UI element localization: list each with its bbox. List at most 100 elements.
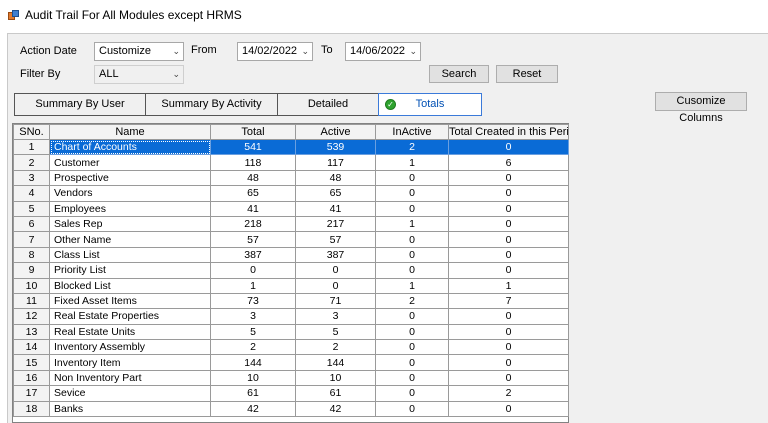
action-date-label: Action Date <box>20 45 77 57</box>
column-header-sno[interactable]: SNo. <box>13 124 50 140</box>
inactive-cell: 2 <box>375 292 449 310</box>
search-button[interactable]: Search <box>429 65 489 83</box>
name-cell: Customer <box>49 154 211 171</box>
chevron-down-icon: ⌄ <box>172 69 180 79</box>
inactive-cell: 0 <box>375 169 449 187</box>
window-title: Audit Trail For All Modules except HRMS <box>25 8 242 22</box>
table-row[interactable]: 13 Real Estate Units 5 5 0 0 <box>13 323 569 341</box>
table-row[interactable]: 16 Non Inventory Part 10 10 0 0 <box>13 369 569 387</box>
total-cell: 0 <box>210 262 296 279</box>
tab-summary-by-user[interactable]: Summary By User <box>14 93 146 116</box>
tab-totals[interactable]: ✓ Totals <box>378 93 482 116</box>
name-cell: Fixed Asset Items <box>49 292 211 310</box>
tab-detailed[interactable]: Detailed <box>277 93 379 116</box>
table-row[interactable]: 10 Blocked List 1 0 1 1 <box>13 277 569 294</box>
from-label: From <box>191 44 217 56</box>
row-number: 11 <box>13 292 50 310</box>
name-cell: Real Estate Units <box>49 323 211 341</box>
inactive-cell: 0 <box>375 308 449 325</box>
total-cell: 48 <box>210 169 296 187</box>
filter-by-label: Filter By <box>20 68 61 80</box>
created-cell: 0 <box>448 231 569 248</box>
created-cell: 0 <box>448 185 569 202</box>
row-number: 17 <box>13 385 50 402</box>
inactive-cell: 0 <box>375 339 449 356</box>
table-row[interactable]: 3 Prospective 48 48 0 0 <box>13 169 569 187</box>
table-row[interactable]: 11 Fixed Asset Items 73 71 2 7 <box>13 292 569 310</box>
total-cell: 5 <box>210 323 296 341</box>
table-header-row: SNo. Name Total Active InActive Total Cr… <box>13 124 569 140</box>
created-cell: 2 <box>448 385 569 402</box>
inactive-cell: 0 <box>375 231 449 248</box>
total-cell: 3 <box>210 308 296 325</box>
inactive-cell: 1 <box>375 277 449 294</box>
name-cell: Sevice <box>49 385 211 402</box>
total-cell: 541 <box>210 138 296 156</box>
created-cell: 0 <box>448 323 569 341</box>
table-row[interactable]: 7 Other Name 57 57 0 0 <box>13 231 569 248</box>
row-number: 1 <box>13 138 50 156</box>
column-header-inactive[interactable]: InActive <box>375 124 449 140</box>
main-panel: Action Date Customize ⌄ From 14/02/2022 ⌄ … <box>7 33 768 423</box>
table-row[interactable]: 8 Class List 387 387 0 0 <box>13 246 569 264</box>
chevron-down-icon: ⌄ <box>172 46 180 56</box>
table-row[interactable]: 9 Priority List 0 0 0 0 <box>13 262 569 279</box>
customize-columns-button[interactable]: Cusomize Columns <box>655 92 747 124</box>
table-row[interactable]: 1 Chart of Accounts 541 539 2 0 <box>13 138 569 156</box>
table-row[interactable]: 14 Inventory Assembly 2 2 0 0 <box>13 339 569 356</box>
table-row[interactable]: 4 Vendors 65 65 0 0 <box>13 185 569 202</box>
created-cell: 0 <box>448 138 569 156</box>
table-row[interactable]: 17 Sevice 61 61 0 2 <box>13 385 569 402</box>
name-cell: Inventory Item <box>49 354 211 371</box>
inactive-cell: 0 <box>375 400 449 418</box>
inactive-cell: 2 <box>375 138 449 156</box>
inactive-cell: 0 <box>375 354 449 371</box>
table-row[interactable]: 5 Employees 41 41 0 0 <box>13 200 569 217</box>
check-icon: ✓ <box>385 99 396 110</box>
active-cell: 5 <box>295 323 376 341</box>
active-cell: 42 <box>295 400 376 418</box>
created-cell: 0 <box>448 169 569 187</box>
column-header-total[interactable]: Total <box>210 124 296 140</box>
totals-grid[interactable]: SNo. Name Total Active InActive Total Cr… <box>12 123 569 423</box>
column-header-total-created[interactable]: Total Created in this Period <box>448 124 569 140</box>
row-number: 18 <box>13 400 50 418</box>
total-cell: 218 <box>210 215 296 233</box>
row-number: 15 <box>13 354 50 371</box>
row-number: 4 <box>13 185 50 202</box>
column-header-active[interactable]: Active <box>295 124 376 140</box>
table-row[interactable]: 15 Inventory Item 144 144 0 0 <box>13 354 569 371</box>
active-cell: 117 <box>295 154 376 171</box>
row-number: 5 <box>13 200 50 217</box>
to-label: To <box>321 44 333 56</box>
name-cell: Blocked List <box>49 277 211 294</box>
column-header-name[interactable]: Name <box>49 124 211 140</box>
name-cell: Inventory Assembly <box>49 339 211 356</box>
totals-table: SNo. Name Total Active InActive Total Cr… <box>13 124 569 418</box>
total-cell: 41 <box>210 200 296 217</box>
view-tabs: Summary By User Summary By Activity Deta… <box>14 93 482 116</box>
table-row[interactable]: 6 Sales Rep 218 217 1 0 <box>13 215 569 233</box>
active-cell: 61 <box>295 385 376 402</box>
chevron-down-icon: ⌄ <box>409 46 417 56</box>
to-date-picker[interactable]: 14/06/2022 ⌄ <box>345 42 421 61</box>
name-cell: Vendors <box>49 185 211 202</box>
table-row[interactable]: 18 Banks 42 42 0 0 <box>13 400 569 418</box>
created-cell: 6 <box>448 154 569 171</box>
table-row[interactable]: 2 Customer 118 117 1 6 <box>13 154 569 171</box>
inactive-cell: 0 <box>375 385 449 402</box>
active-cell: 48 <box>295 169 376 187</box>
filter-by-select[interactable]: ALL ⌄ <box>94 65 184 84</box>
inactive-cell: 0 <box>375 185 449 202</box>
tab-summary-by-activity[interactable]: Summary By Activity <box>145 93 278 116</box>
created-cell: 1 <box>448 277 569 294</box>
action-date-select[interactable]: Customize ⌄ <box>94 42 184 61</box>
inactive-cell: 0 <box>375 262 449 279</box>
created-cell: 7 <box>448 292 569 310</box>
active-cell: 144 <box>295 354 376 371</box>
reset-button[interactable]: Reset <box>496 65 558 83</box>
name-cell: Banks <box>49 400 211 418</box>
inactive-cell: 1 <box>375 215 449 233</box>
table-row[interactable]: 12 Real Estate Properties 3 3 0 0 <box>13 308 569 325</box>
from-date-picker[interactable]: 14/02/2022 ⌄ <box>237 42 313 61</box>
